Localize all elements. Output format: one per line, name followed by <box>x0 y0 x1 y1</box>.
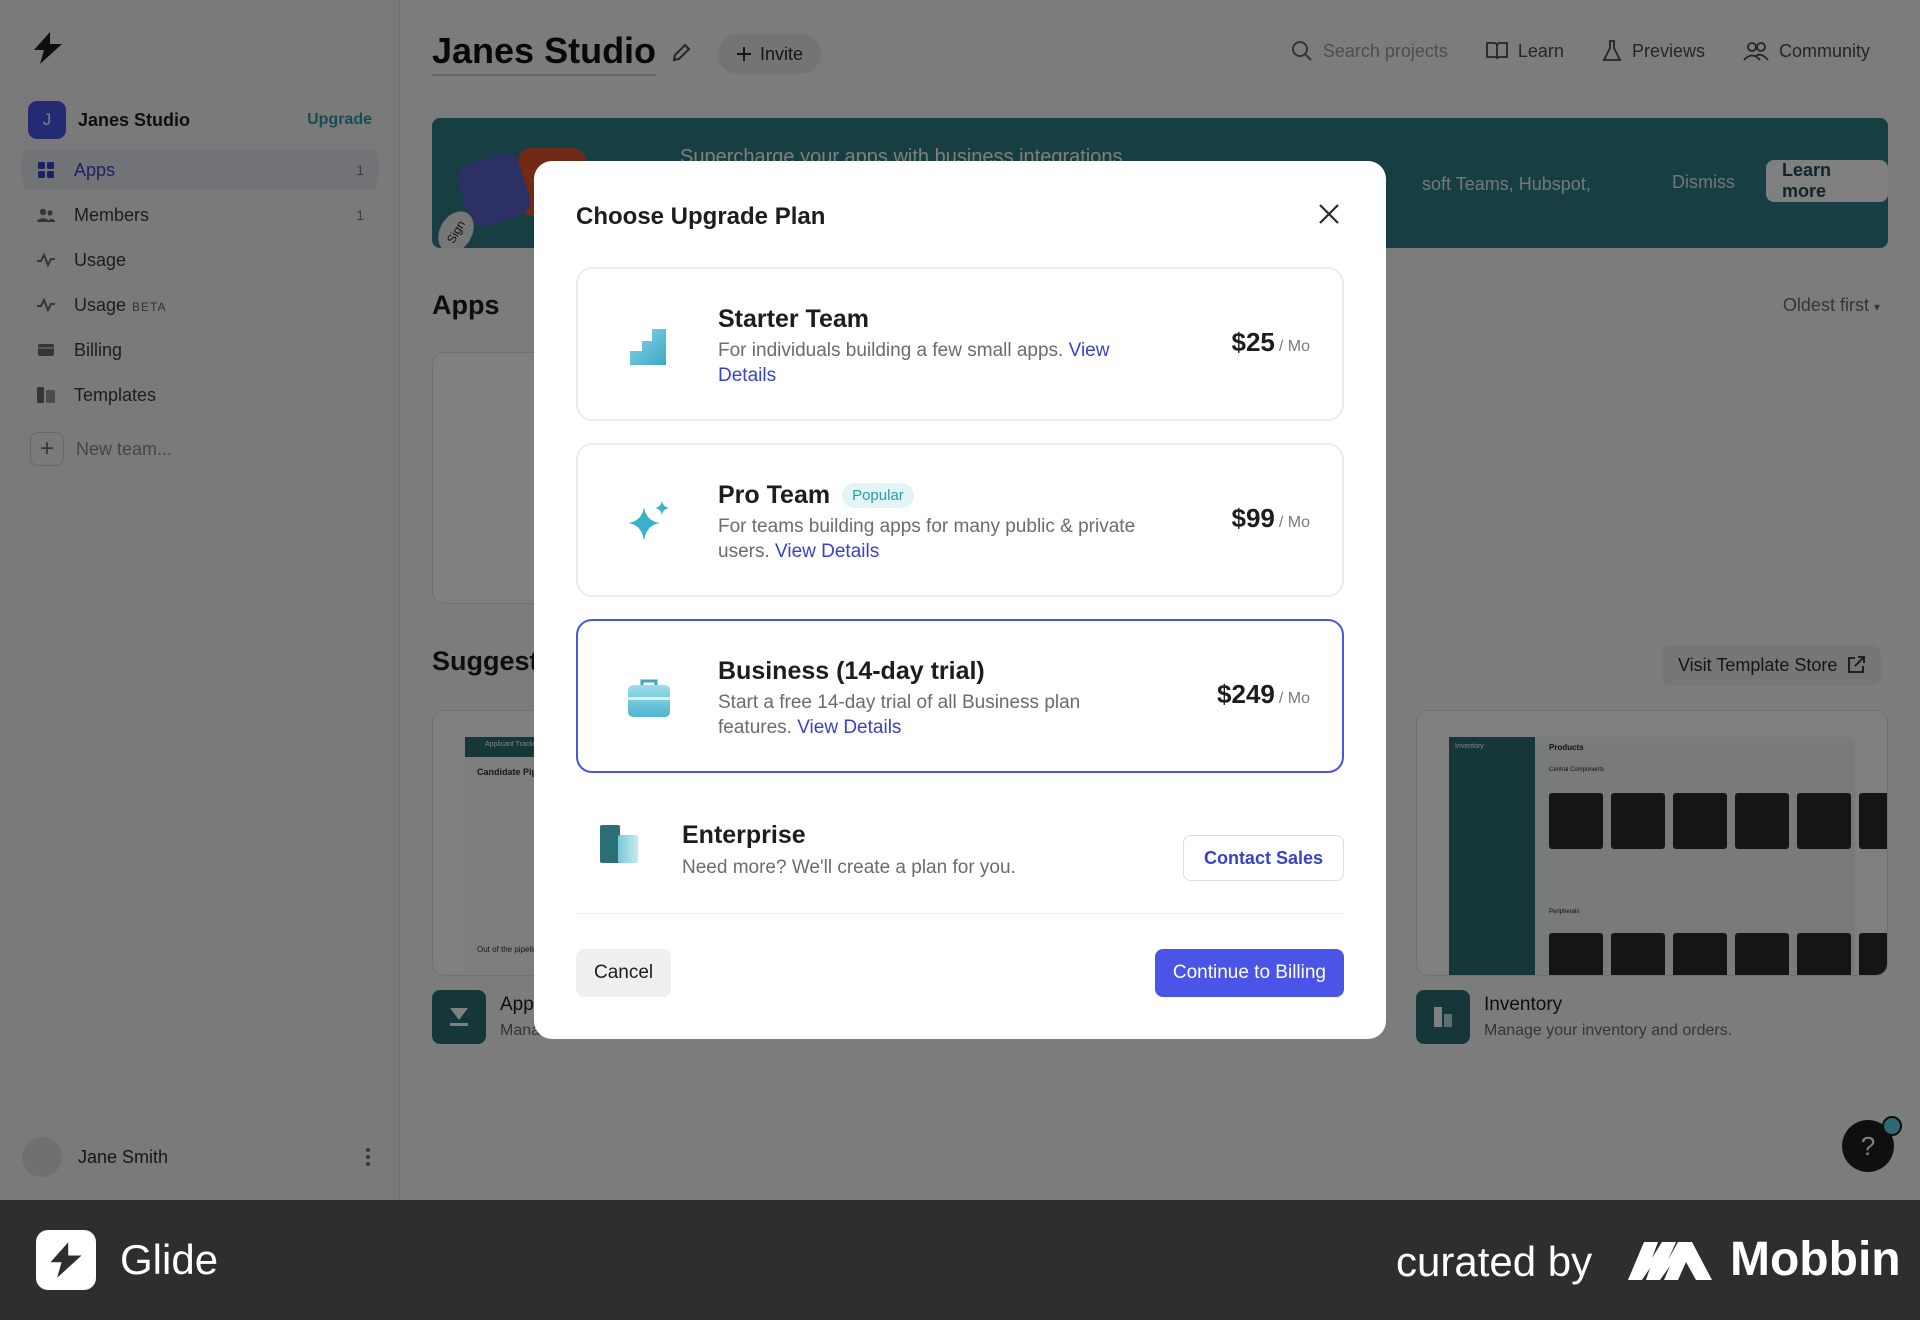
price-period: / Mo <box>1278 338 1310 355</box>
contact-sales-button[interactable]: Contact Sales <box>1182 835 1344 881</box>
glide-logo-icon <box>36 1230 96 1290</box>
plan-starter-team[interactable]: Starter Team For individuals building a … <box>576 267 1344 421</box>
close-icon[interactable] <box>1312 197 1346 231</box>
plan-name: Starter Team <box>718 305 869 333</box>
curated-by-label: curated by <box>1396 1238 1593 1285</box>
plan-price: $99 <box>1231 503 1275 533</box>
view-details-link[interactable]: View Details <box>775 541 879 562</box>
cancel-button[interactable]: Cancel <box>576 949 672 997</box>
sparkle-icon <box>628 501 669 541</box>
brand-name: Glide <box>120 1236 219 1283</box>
plan-desc: Need more? We'll create a plan for you. <box>682 857 1016 878</box>
popular-badge: Popular <box>842 483 914 508</box>
plan-pro-team[interactable]: Pro Team Popular For teams building apps… <box>576 443 1344 597</box>
curator-name: Mobbin <box>1730 1233 1901 1286</box>
plan-business-trial[interactable]: Business (14-day trial) Start a free 14-… <box>576 619 1344 773</box>
modal-title: Choose Upgrade Plan <box>576 203 826 230</box>
plan-enterprise: Enterprise Need more? We'll create a pla… <box>576 801 1344 897</box>
price-period: / Mo <box>1278 514 1310 531</box>
buildings-icon <box>600 825 638 863</box>
plan-price: $25 <box>1231 327 1275 357</box>
plan-name: Pro Team <box>718 481 831 509</box>
steps-icon <box>630 329 666 365</box>
plan-name: Business (14-day trial) <box>718 657 985 685</box>
briefcase-icon <box>628 679 670 717</box>
divider <box>576 913 1344 914</box>
price-period: / Mo <box>1278 690 1310 707</box>
continue-to-billing-button[interactable]: Continue to Billing <box>1154 949 1344 997</box>
view-details-link[interactable]: View Details <box>797 717 901 738</box>
mobbin-logo-icon <box>1628 1242 1712 1280</box>
upgrade-plan-modal: Choose Upgrade Plan Starter Team For ind… <box>534 161 1386 1039</box>
plan-name: Enterprise <box>682 821 806 849</box>
attribution-footer: Glide curated by Mobbin <box>0 1200 1920 1320</box>
plan-price: $249 <box>1217 679 1275 709</box>
plan-desc: For individuals building a few small app… <box>718 340 1064 361</box>
